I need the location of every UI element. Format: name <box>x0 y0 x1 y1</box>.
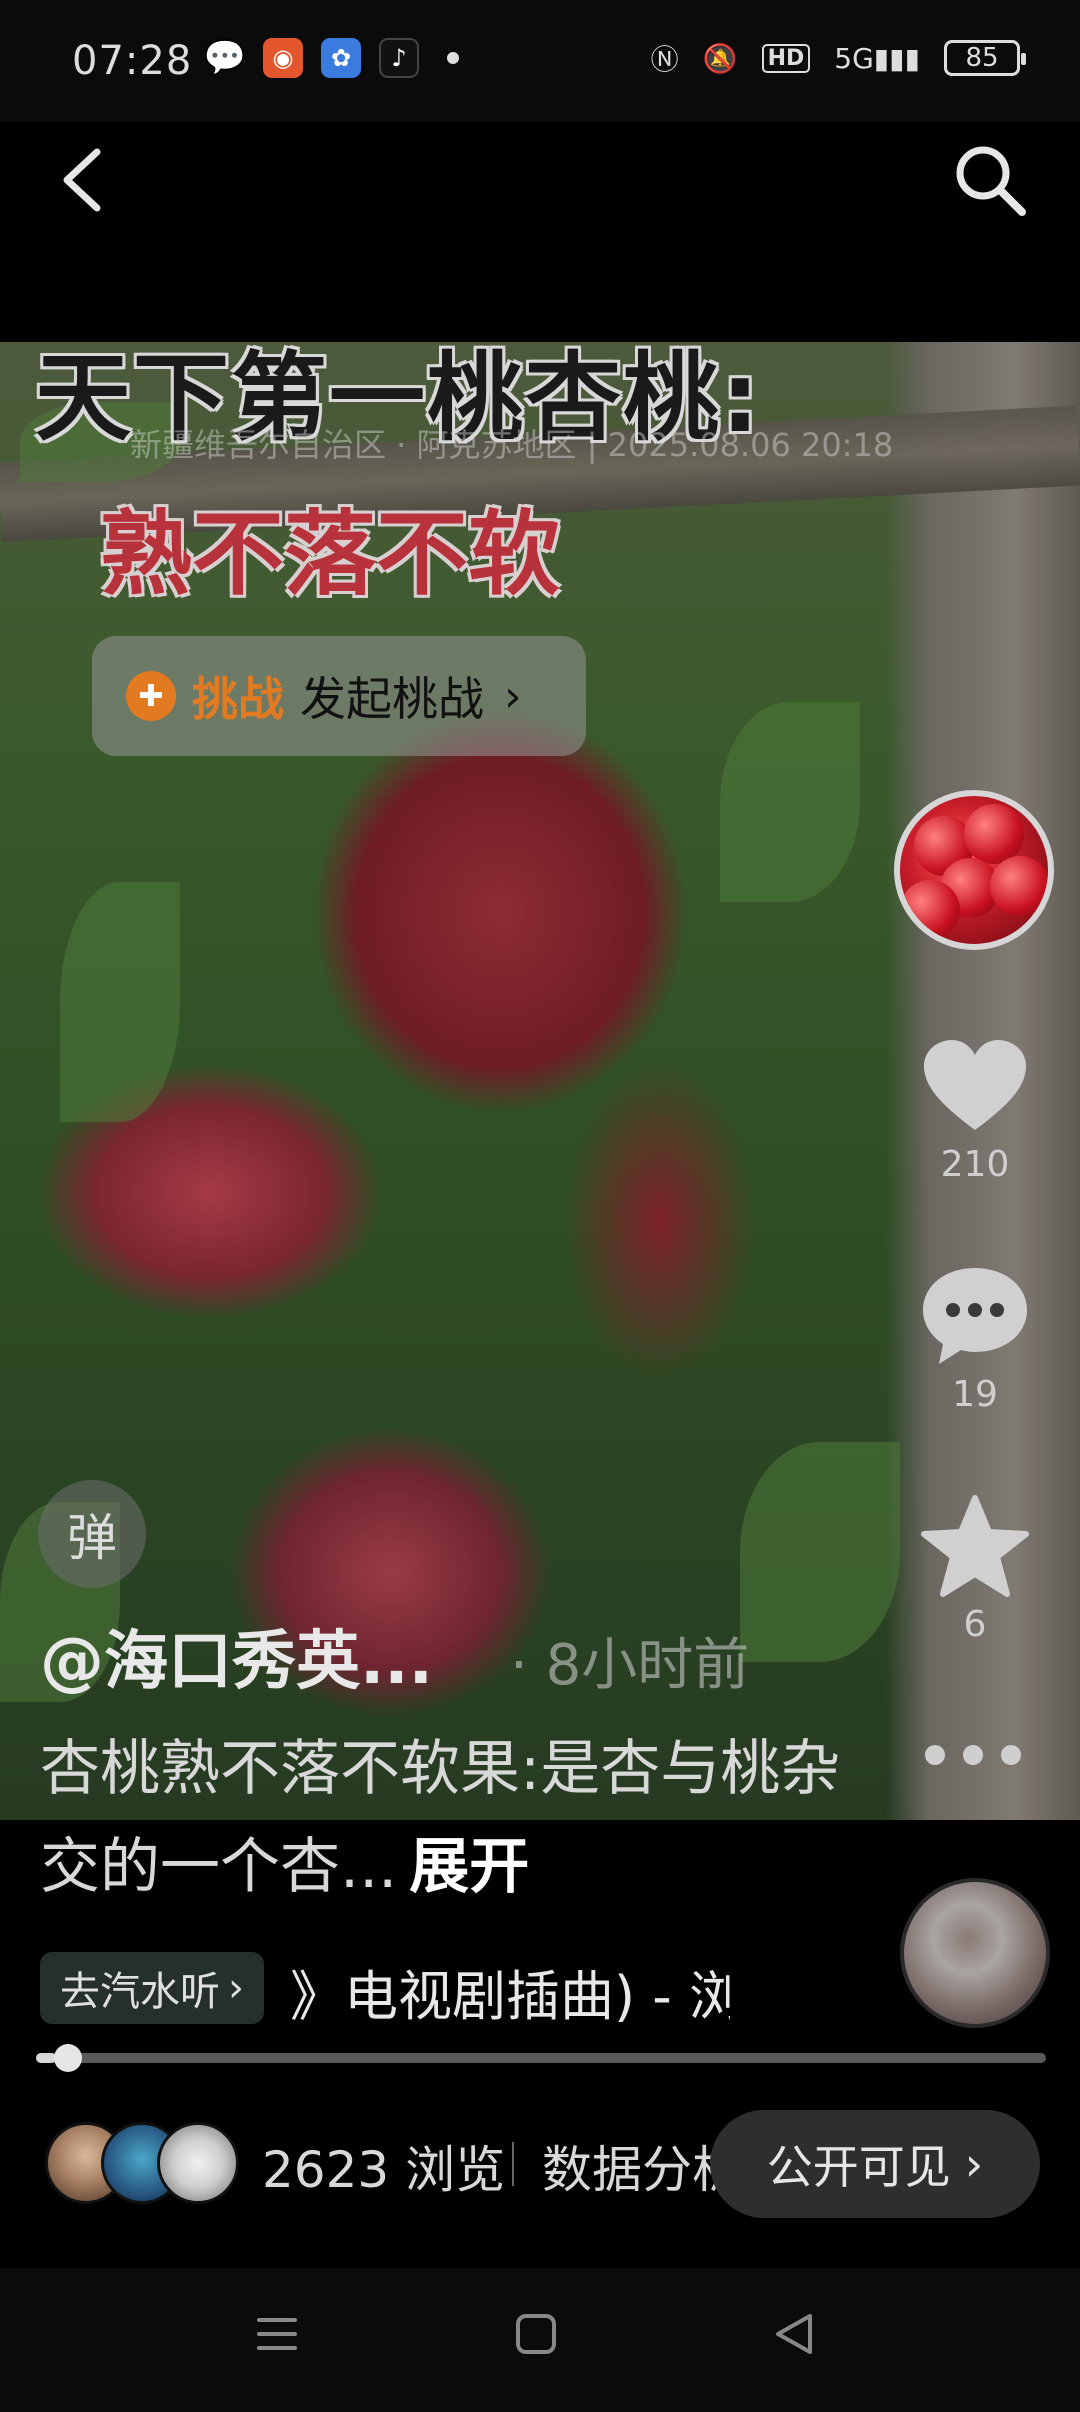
avatar-cherry <box>990 856 1048 916</box>
expand-link[interactable]: 展开 <box>409 1832 529 1902</box>
battery-icon: 85 <box>944 40 1026 76</box>
post-description[interactable]: 杏桃熟不落不软果:是杏与桃杂交的一个杏... 展开 <box>40 1720 880 1916</box>
baidu-icon: ✿ <box>321 38 361 78</box>
dot <box>963 1745 983 1765</box>
music-tag-label: 去汽水听 <box>60 1969 220 2015</box>
tiktok-icon: ♪ <box>379 38 419 78</box>
author-name[interactable]: @海口秀英... <box>40 1610 433 1702</box>
nfc-icon: Ⓝ <box>650 43 679 76</box>
notification-icons: 💬 ◉ ✿ ♪ <box>203 38 459 78</box>
comment-count: 19 <box>952 1374 998 1415</box>
video-leaf <box>740 1442 900 1662</box>
challenge-tag: 挑战 <box>192 672 284 726</box>
video-leaf <box>60 882 180 1122</box>
music-song-title[interactable]: 》电视剧插曲) - 浏 <box>290 1952 730 2028</box>
video-progress-bar[interactable] <box>36 2044 1046 2072</box>
challenge-button[interactable]: ✚ 挑战 发起桃战 › <box>92 636 586 756</box>
star-icon <box>921 1495 1029 1597</box>
heart-icon <box>924 1040 1026 1130</box>
avatar-cherry <box>900 880 960 940</box>
dot <box>1001 1745 1021 1765</box>
progress-thumb[interactable] <box>54 2044 83 2072</box>
home-icon[interactable] <box>514 2312 558 2356</box>
danmu-label: 弹 <box>67 1509 117 1567</box>
visibility-label: 公开可见 <box>766 2140 951 2194</box>
music-disc[interactable] <box>900 1878 1050 2028</box>
wechat-icon: 💬 <box>203 38 247 78</box>
danmu-toggle-button[interactable]: 弹 <box>38 1480 146 1588</box>
back-nav-icon[interactable] <box>772 2310 816 2358</box>
view-count[interactable]: 2623 浏览 <box>262 2130 505 2202</box>
back-button[interactable] <box>55 140 115 220</box>
video-caption-subtitle: 熟不落不软 <box>100 501 561 608</box>
chevron-right-icon: › <box>228 1965 244 2011</box>
hd-icon: HD <box>761 43 811 73</box>
search-button[interactable] <box>950 140 1030 220</box>
video-watermark: 新疆维吾尔自治区 · 阿克苏地区 | 2025.08.06 20:18 <box>130 426 894 464</box>
visibility-button[interactable]: 公开可见 › <box>710 2110 1040 2218</box>
like-button[interactable]: 210 <box>900 1038 1050 1185</box>
mute-icon: 🔕 <box>702 41 738 75</box>
network-label: 5G <box>834 41 874 75</box>
status-indicators: Ⓝ 🔕 HD 5G▮▮▮ 85 <box>650 38 1026 78</box>
dot <box>925 1745 945 1765</box>
like-count: 210 <box>940 1144 1010 1185</box>
avatar-cherry <box>964 804 1024 864</box>
challenge-text: 发起桃战 <box>300 672 484 726</box>
viewer-avatar <box>157 2122 239 2204</box>
progress-fill <box>36 2053 57 2063</box>
system-nav-bar <box>0 2268 1080 2412</box>
challenge-icon: ✚ <box>126 671 176 721</box>
music-tag-button[interactable]: 去汽水听 › <box>40 1952 264 2024</box>
chevron-right-icon: › <box>504 670 522 722</box>
viewer-avatars[interactable] <box>45 2122 239 2204</box>
app-orange-icon: ◉ <box>263 38 303 78</box>
status-bar: 07:28 💬 ◉ ✿ ♪ Ⓝ 🔕 HD 5G▮▮▮ 85 <box>0 0 1080 122</box>
post-time: · 8小时前 <box>510 1633 750 1698</box>
status-time: 07:28 <box>72 38 193 84</box>
more-options-button[interactable] <box>925 1745 1021 1765</box>
divider <box>512 2142 514 2186</box>
more-notifications-icon <box>447 52 459 64</box>
menu-icon[interactable] <box>255 2312 299 2356</box>
comment-icon <box>923 1268 1027 1364</box>
favorite-button[interactable]: 6 <box>900 1494 1050 1645</box>
chevron-right-icon: › <box>964 2137 984 2191</box>
chevron-left-icon <box>63 148 101 212</box>
favorite-count: 6 <box>963 1604 987 1645</box>
author-avatar[interactable] <box>894 790 1054 950</box>
signal-icon: 5G▮▮▮ <box>834 41 920 75</box>
video-leaf <box>720 702 860 902</box>
comment-button[interactable]: 19 <box>900 1264 1050 1415</box>
battery-level: 85 <box>965 43 999 73</box>
search-icon <box>956 146 1026 216</box>
